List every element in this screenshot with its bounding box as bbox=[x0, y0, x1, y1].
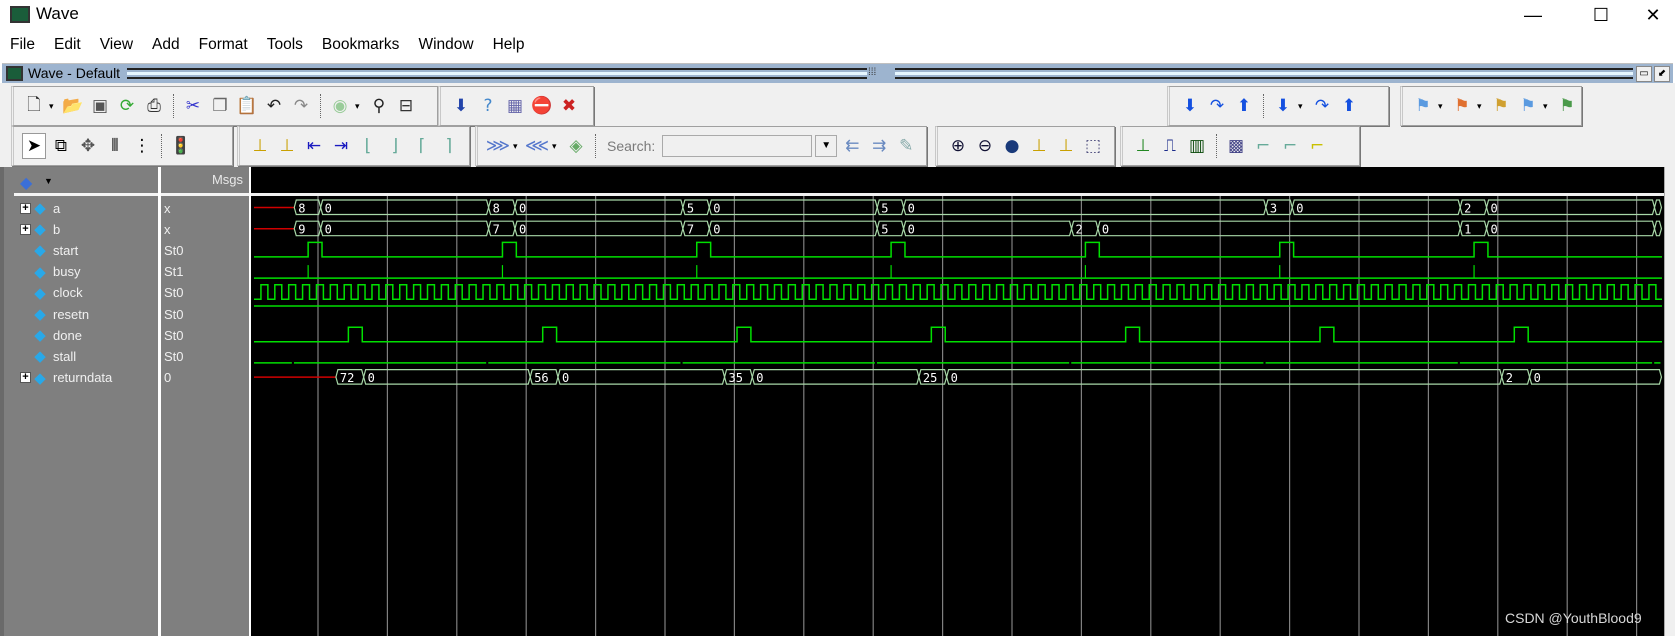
bus-value-label: 0 bbox=[908, 202, 915, 216]
bus-segment bbox=[1097, 220, 1461, 237]
bus-value-label: 1 bbox=[1464, 223, 1471, 237]
bus-value-label: 2 bbox=[1506, 371, 1513, 385]
bus-value-label: 7 bbox=[687, 223, 694, 237]
watermark: CSDN @YouthBlood9 bbox=[1505, 610, 1642, 626]
bus-value-label: 35 bbox=[729, 371, 743, 385]
bus-value-label: 5 bbox=[881, 202, 888, 216]
bus-value-label: 0 bbox=[951, 371, 958, 385]
bus-value-label: 0 bbox=[713, 223, 720, 237]
bus-value-label: 9 bbox=[298, 223, 305, 237]
bus-value-label: 3 bbox=[1270, 202, 1277, 216]
done-waveform bbox=[254, 326, 1662, 343]
bus-value-label: 0 bbox=[519, 223, 526, 237]
bus-segment bbox=[902, 199, 1267, 216]
bus-segment bbox=[945, 369, 1503, 385]
bus-value-label: 8 bbox=[298, 202, 305, 216]
bus-value-label: 7 bbox=[493, 223, 500, 237]
bus-segment bbox=[320, 199, 490, 216]
bus-value-label: 56 bbox=[534, 371, 548, 385]
waveform-canvas[interactable]: 8 0 8 0 5 0 5 0 3 0 2 0 9 0 7 0 7 0 5 0 2 0 1 0 72 0 56 0 35 0 25 0 2 0 bbox=[0, 0, 1675, 636]
bus-segment bbox=[514, 199, 684, 216]
bus-value-label: 25 bbox=[923, 371, 937, 385]
bus-value-label: 0 bbox=[519, 202, 526, 216]
bus-value-label: 0 bbox=[756, 371, 763, 385]
bus-value-label: 0 bbox=[562, 371, 569, 385]
bus-segment bbox=[1485, 220, 1656, 237]
bus-segment bbox=[363, 369, 531, 385]
bus-segment bbox=[751, 369, 920, 385]
bus-value-label: 72 bbox=[340, 371, 354, 385]
bus-segment bbox=[1528, 369, 1663, 385]
vertical-scrollbar[interactable] bbox=[1664, 167, 1675, 636]
bus-segment bbox=[1485, 199, 1656, 216]
bus-segment bbox=[1291, 199, 1461, 216]
bus-value-label: 0 bbox=[1491, 223, 1498, 237]
bus-segment bbox=[320, 220, 490, 237]
start-waveform bbox=[254, 241, 1662, 258]
bus-segment bbox=[902, 220, 1073, 237]
header-divider bbox=[251, 193, 1664, 196]
bus-value-label: 5 bbox=[687, 202, 694, 216]
bus-value-label: 0 bbox=[1491, 202, 1498, 216]
bus-value-label: 0 bbox=[1534, 371, 1541, 385]
bus-value-label: 2 bbox=[1076, 223, 1083, 237]
bus-value-label: 0 bbox=[908, 223, 915, 237]
bus-segment bbox=[514, 220, 684, 237]
bus-value-label: 0 bbox=[368, 371, 375, 385]
bus-segment bbox=[1653, 199, 1663, 216]
bus-value-label: 2 bbox=[1464, 202, 1471, 216]
bus-value-label: 0 bbox=[1102, 223, 1109, 237]
bus-value-label: 8 bbox=[493, 202, 500, 216]
clock-waveform bbox=[254, 284, 1662, 301]
bus-segment bbox=[1653, 220, 1663, 237]
bus-value-label: 5 bbox=[881, 223, 888, 237]
bus-value-label: 0 bbox=[1296, 202, 1303, 216]
bus-value-label: 0 bbox=[325, 223, 332, 237]
bus-value-label: 0 bbox=[325, 202, 332, 216]
bus-value-label: 0 bbox=[713, 202, 720, 216]
bus-segment bbox=[557, 369, 726, 385]
